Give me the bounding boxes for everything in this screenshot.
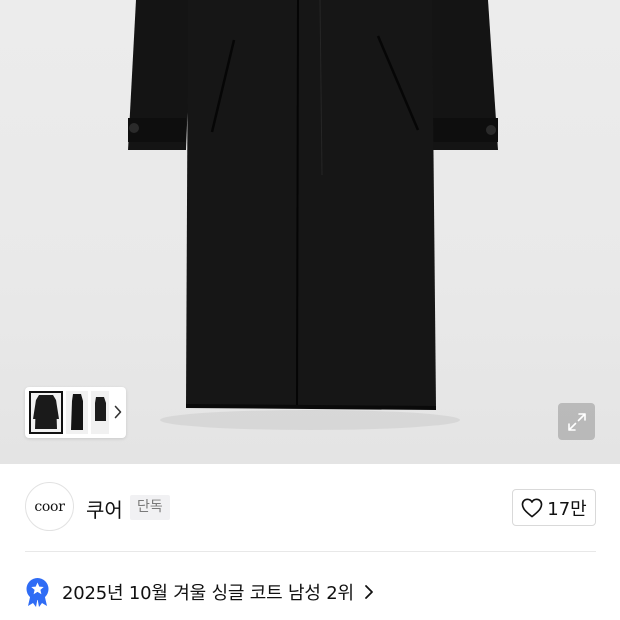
expand-image-button[interactable]	[558, 403, 595, 440]
ranking-link[interactable]: 2025년 10월 겨울 싱글 코트 남성 2위	[25, 576, 374, 608]
ranking-text: 2025년 10월 겨울 싱글 코트 남성 2위	[62, 583, 354, 604]
expand-arrows-icon	[567, 412, 586, 431]
coat-side-thumbnail	[71, 394, 83, 430]
brand-logo[interactable]: coor	[25, 482, 74, 531]
coat-back-thumbnail	[95, 397, 106, 421]
like-count: 17만	[547, 498, 587, 520]
star-ribbon-badge-icon	[26, 578, 49, 607]
thumbnail-front[interactable]	[29, 391, 63, 434]
like-button[interactable]: 17만	[512, 489, 596, 526]
product-image[interactable]	[0, 0, 620, 464]
chevron-right-icon	[364, 585, 373, 599]
heart-outline-icon	[521, 498, 543, 517]
thumbnail-next-button[interactable]	[111, 401, 125, 423]
brand-row: coor 쿠어 단독 17만	[0, 464, 620, 552]
exclusive-badge: 단독	[130, 495, 170, 520]
chevron-right-icon	[114, 405, 122, 419]
thumbnail-strip	[25, 387, 126, 438]
coat-front-thumbnail	[33, 395, 59, 429]
thumbnail-side[interactable]	[66, 391, 88, 434]
brand-name[interactable]: 쿠어	[86, 494, 123, 523]
divider	[25, 551, 596, 552]
thumbnail-back[interactable]	[91, 391, 109, 434]
brand-logo-text: coor	[34, 498, 65, 515]
